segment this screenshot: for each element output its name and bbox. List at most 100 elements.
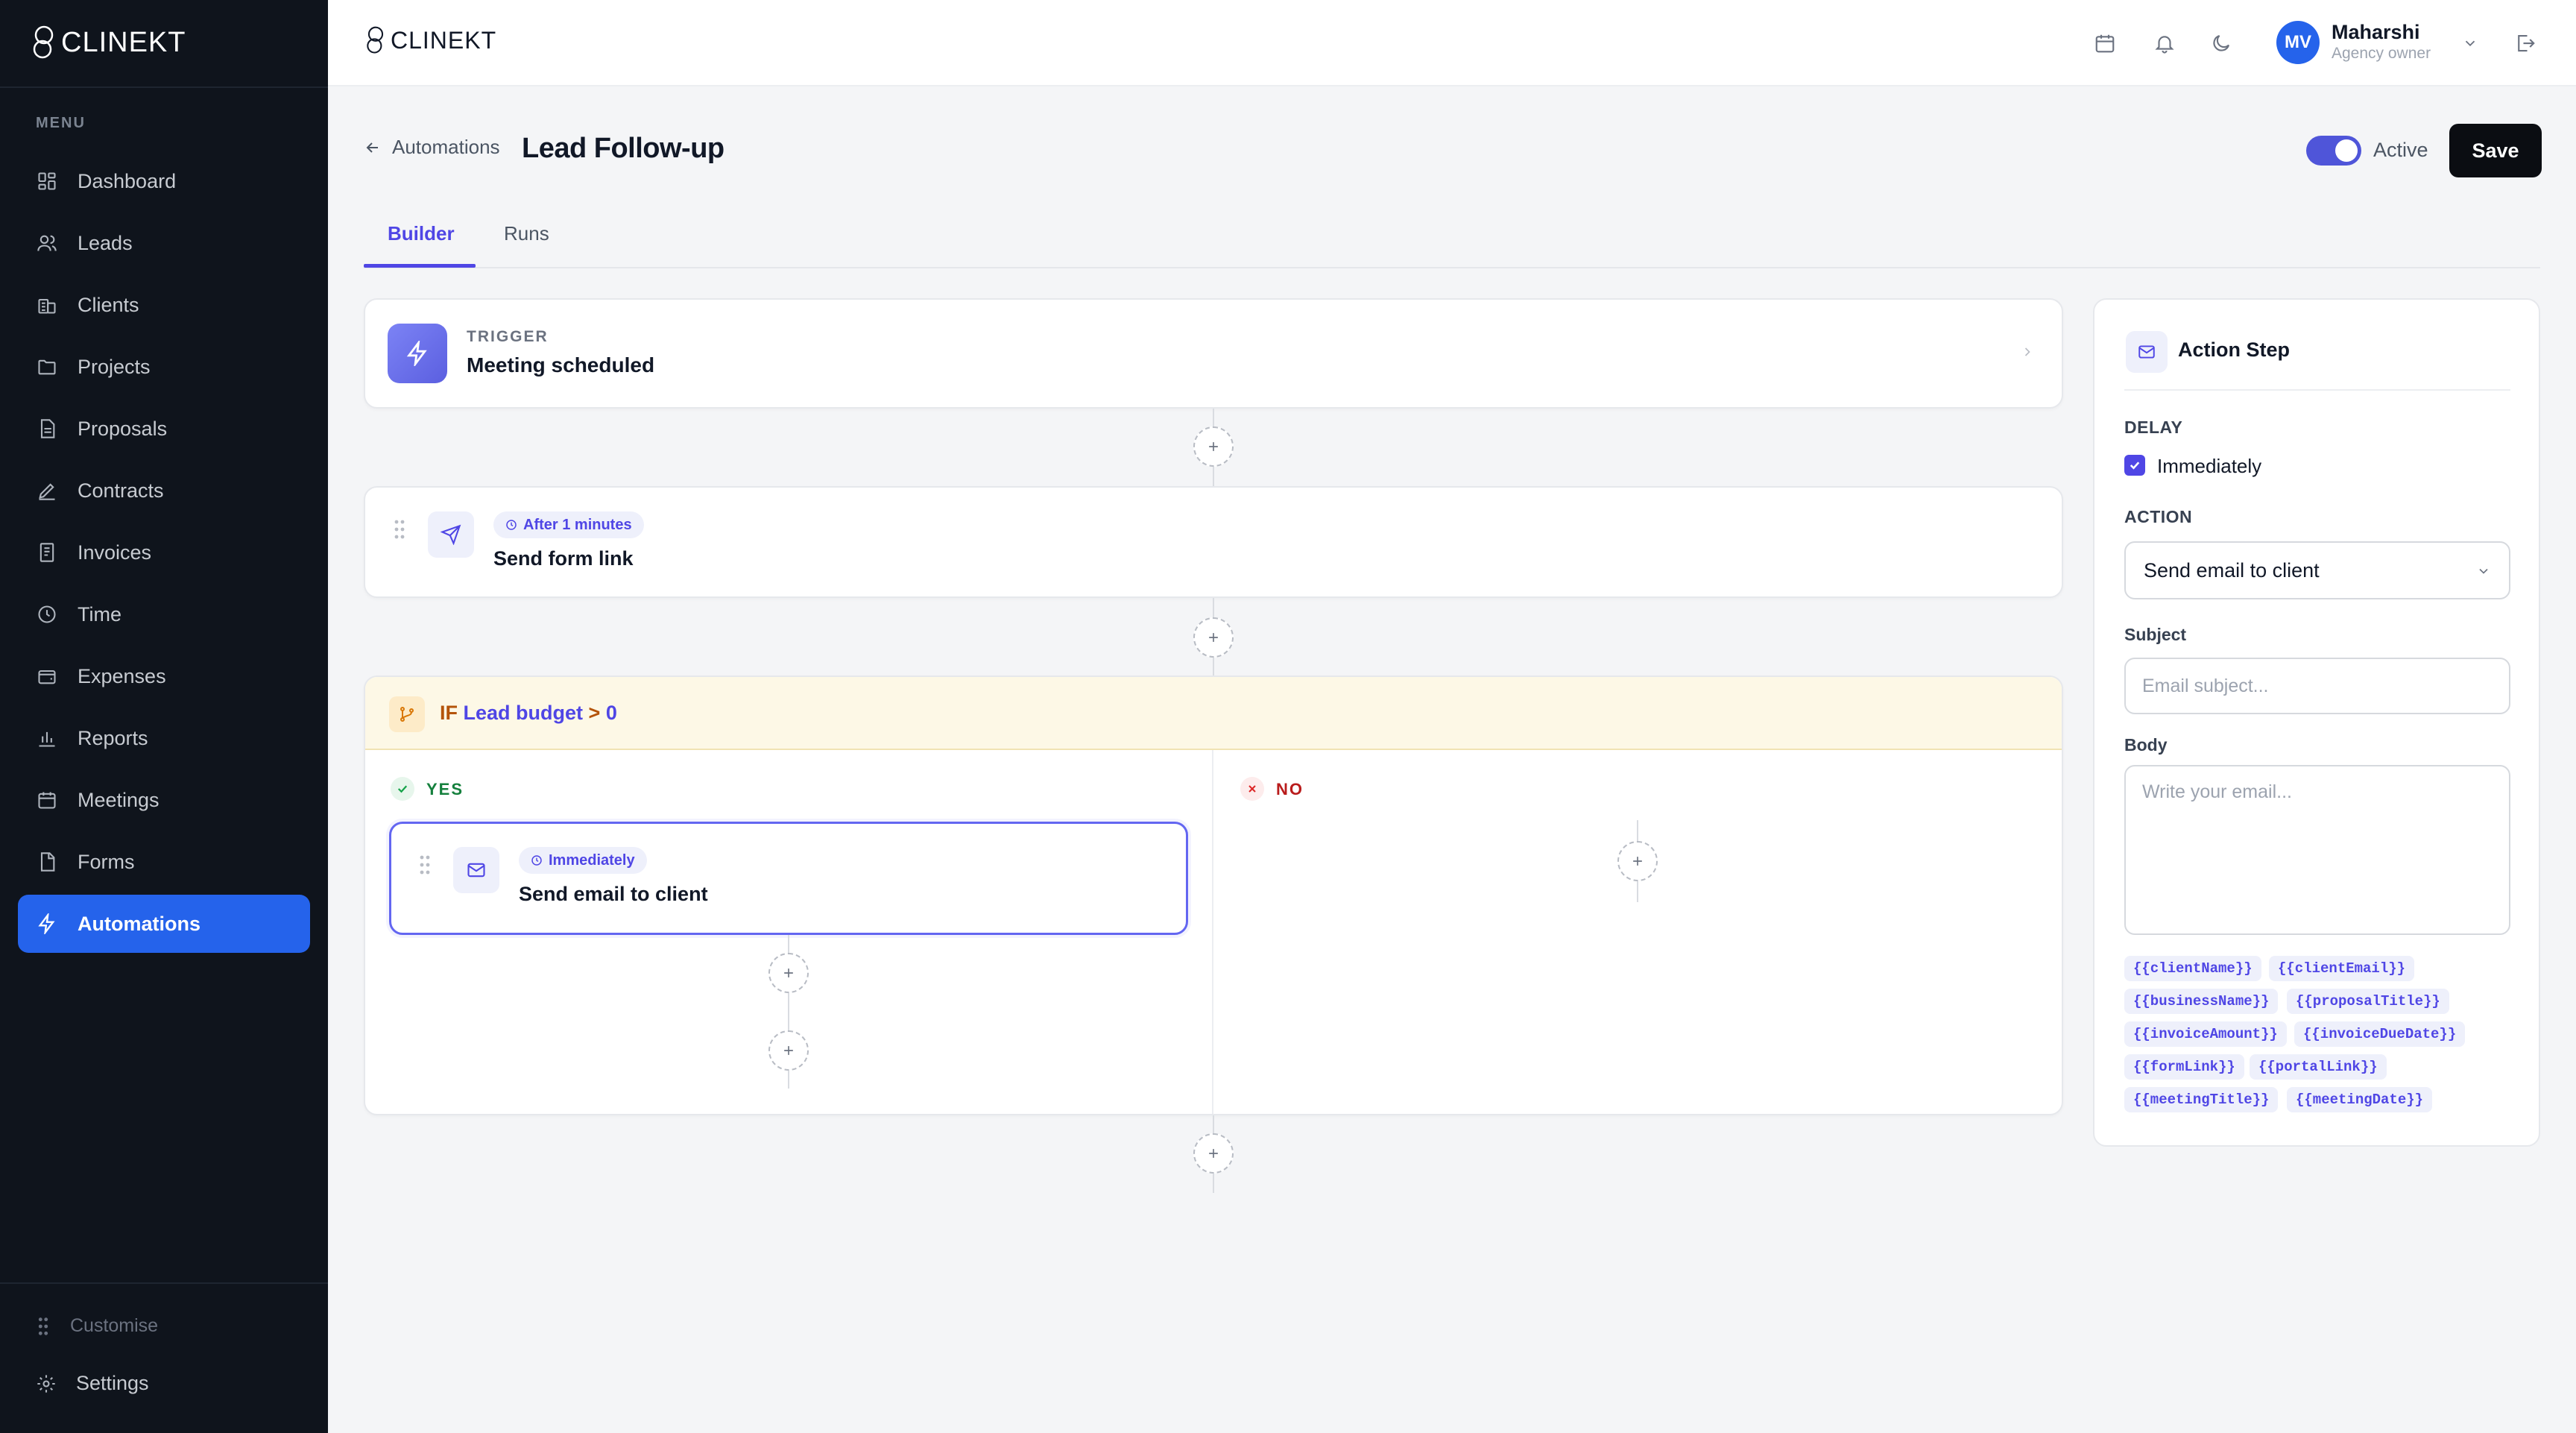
- active-toggle[interactable]: [2306, 136, 2361, 166]
- sidebar-item-reports[interactable]: Reports: [18, 709, 310, 767]
- sidebar-item-label: Invoices: [78, 541, 152, 564]
- add-step-button[interactable]: [1193, 617, 1234, 658]
- tab-runs[interactable]: Runs: [504, 222, 549, 245]
- sidebar-item-time[interactable]: Time: [18, 585, 310, 643]
- toggle-label: Active: [2373, 139, 2428, 161]
- trigger-kicker: TRIGGER: [467, 328, 549, 345]
- plus-icon: [1209, 442, 1218, 451]
- variable-chip[interactable]: {{clientName}}: [2124, 956, 2261, 981]
- delay-label: DELAY: [2124, 418, 2183, 437]
- add-step-button[interactable]: [768, 1030, 809, 1071]
- step-card-send-form-link[interactable]: [364, 486, 2063, 598]
- body-textarea[interactable]: [2124, 765, 2510, 935]
- variable-chip[interactable]: {{formLink}}: [2124, 1054, 2244, 1080]
- user-name[interactable]: Maharshi: [2332, 21, 2420, 44]
- chevron-down-icon: [2476, 564, 2491, 579]
- sidebar: CLINEKT MENU Dashboard Leads Clients Pro…: [0, 0, 328, 1433]
- variable-chip[interactable]: {{invoiceDueDate}}: [2294, 1021, 2466, 1047]
- sidebar-item-label: Automations: [78, 912, 201, 935]
- add-step-button[interactable]: [1193, 426, 1234, 467]
- chevron-right-icon: [2020, 344, 2035, 359]
- sidebar-item-invoices[interactable]: Invoices: [18, 523, 310, 582]
- add-step-button[interactable]: [768, 953, 809, 993]
- subject-input[interactable]: [2124, 658, 2510, 714]
- topbar: CLINEKT MV Maharshi Agency owner: [328, 0, 2576, 86]
- sidebar-item-forms[interactable]: Forms: [18, 833, 310, 891]
- sidebar-item-label: Dashboard: [78, 169, 177, 192]
- back-link[interactable]: Automations: [364, 136, 500, 159]
- sidebar-item-proposals[interactable]: Proposals: [18, 400, 310, 458]
- sidebar-item-expenses[interactable]: Expenses: [18, 647, 310, 705]
- close-icon: [1240, 777, 1264, 801]
- brand-name: CLINEKT: [61, 26, 186, 58]
- plus-icon: [784, 1046, 793, 1055]
- logout-icon[interactable]: [2510, 28, 2540, 58]
- calendar-icon[interactable]: [2090, 28, 2120, 58]
- moon-icon[interactable]: [2206, 28, 2236, 58]
- step-title: Send email to client: [519, 883, 708, 905]
- toggle-knob: [2335, 139, 2358, 162]
- immediately-checkbox[interactable]: [2124, 455, 2145, 476]
- save-button[interactable]: Save: [2449, 124, 2542, 177]
- drag-handle-icon[interactable]: [392, 519, 407, 540]
- customise-button[interactable]: Customise: [36, 1315, 158, 1337]
- variable-chip[interactable]: {{clientEmail}}: [2269, 956, 2415, 981]
- delay-pill-label: Immediately: [549, 851, 635, 869]
- plus-icon: [1209, 1149, 1218, 1158]
- add-step-button[interactable]: [1193, 1133, 1234, 1174]
- tab-builder[interactable]: Builder: [388, 222, 455, 245]
- sidebar-item-meetings[interactable]: Meetings: [18, 771, 310, 829]
- immediately-label[interactable]: Immediately: [2157, 455, 2261, 478]
- brand-logo[interactable]: CLINEKT: [365, 24, 496, 57]
- condition-expression: IF Lead budget > 0: [440, 702, 617, 725]
- variable-chip[interactable]: {{meetingDate}}: [2287, 1087, 2433, 1112]
- step-card-send-email[interactable]: [389, 822, 1188, 935]
- back-label: Automations: [392, 136, 500, 158]
- settings-button[interactable]: Settings: [36, 1372, 149, 1395]
- lightning-icon: [388, 324, 447, 383]
- add-step-button[interactable]: [1617, 841, 1658, 881]
- sidebar-item-label: Contracts: [78, 479, 164, 502]
- drag-handle-icon[interactable]: [417, 854, 432, 875]
- avatar[interactable]: MV: [2276, 21, 2320, 64]
- sidebar-item-leads[interactable]: Leads: [18, 214, 310, 272]
- variable-chip[interactable]: {{proposalTitle}}: [2287, 989, 2449, 1014]
- user-role: Agency owner: [2332, 45, 2431, 62]
- sidebar-item-automations[interactable]: Automations: [18, 895, 310, 953]
- delay-pill-label: After 1 minutes: [523, 516, 632, 533]
- clock-icon: [531, 854, 543, 866]
- action-select[interactable]: Send email to client: [2124, 541, 2510, 599]
- document-icon: [36, 418, 58, 440]
- chevron-down-icon[interactable]: [2455, 28, 2485, 58]
- mail-icon: [453, 847, 499, 893]
- variable-chip[interactable]: {{meetingTitle}}: [2124, 1087, 2279, 1112]
- action-label: ACTION: [2124, 507, 2193, 526]
- variable-chip[interactable]: {{businessName}}: [2124, 989, 2279, 1014]
- check-icon: [2130, 462, 2140, 470]
- yes-label: YES: [426, 780, 464, 799]
- customise-label: Customise: [70, 1315, 159, 1336]
- sidebar-item-clients[interactable]: Clients: [18, 276, 310, 334]
- sidebar-item-label: Proposals: [78, 417, 168, 440]
- form-icon: [36, 851, 58, 873]
- check-icon: [391, 777, 414, 801]
- variable-chip[interactable]: {{invoiceAmount}}: [2124, 1021, 2287, 1047]
- subject-label: Subject: [2124, 625, 2187, 644]
- sidebar-item-label: Expenses: [78, 664, 166, 687]
- clock-icon: [36, 603, 58, 626]
- sidebar-item-projects[interactable]: Projects: [18, 338, 310, 396]
- condition-operator: >: [588, 702, 601, 724]
- logo-icon: [367, 26, 384, 54]
- sidebar-item-contracts[interactable]: Contracts: [18, 462, 310, 520]
- sidebar-item-label: Time: [78, 602, 121, 626]
- calendar-icon: [36, 789, 58, 811]
- condition-header[interactable]: [365, 677, 2062, 750]
- bell-icon[interactable]: [2150, 28, 2179, 58]
- sidebar-item-dashboard[interactable]: Dashboard: [18, 152, 310, 210]
- variable-chip[interactable]: {{portalLink}}: [2250, 1054, 2387, 1080]
- delay-pill: After 1 minutes: [493, 511, 644, 538]
- condition-value: 0: [605, 702, 617, 724]
- arrow-left-icon: [364, 139, 382, 157]
- brand-logo[interactable]: CLINEKT: [31, 22, 186, 63]
- sidebar-item-label: Projects: [78, 355, 151, 378]
